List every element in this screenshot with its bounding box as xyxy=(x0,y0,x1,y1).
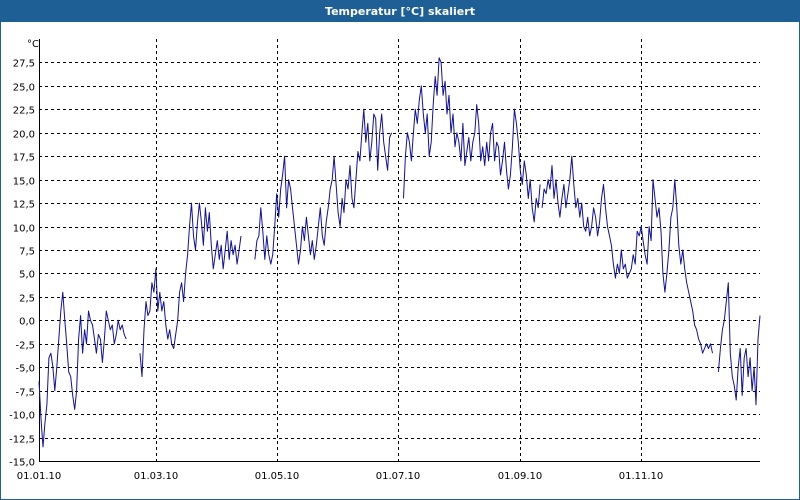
y-tick-label: 5,0 xyxy=(19,270,35,281)
y-tick-label: 0,0 xyxy=(19,317,35,328)
temperature-line-segment xyxy=(254,108,393,265)
chart-title: Temperatur [°C] skaliert xyxy=(1,1,799,22)
temperature-line-chart: °C -15,0 -12,5 -10,0 -7,5 -5,0 -2,5 0,0 2,5 5,0 7… xyxy=(9,39,761,482)
y-tick-label: -2,5 xyxy=(15,341,35,352)
y-tick-label: -15,0 xyxy=(9,458,35,469)
temperature-line-segment xyxy=(403,57,541,223)
y-tick-label: 12,5 xyxy=(13,200,35,211)
y-tick-label: 27,5 xyxy=(13,59,35,70)
y-tick-label: 20,0 xyxy=(13,130,35,141)
temperature-line-segment xyxy=(541,155,713,354)
x-tick-label: 01.07.10 xyxy=(376,471,421,482)
grid-lines xyxy=(39,39,760,461)
temperature-line-segment xyxy=(139,202,242,378)
temperature-line-segment xyxy=(717,282,761,406)
y-tick-labels: -15,0 -12,5 -10,0 -7,5 -5,0 -2,5 0,0 2,5 5,0 7,5 1… xyxy=(9,59,35,469)
x-tick-label: 01.03.10 xyxy=(134,471,179,482)
temperature-line-segment xyxy=(38,291,127,448)
y-tick-label: -5,0 xyxy=(15,364,35,375)
y-tick-label: 15,0 xyxy=(13,177,35,188)
y-tick-label: 2,5 xyxy=(19,294,35,305)
x-tick-labels: 01.01.10 01.03.10 01.05.10 01.07.10 01.09.10… xyxy=(17,471,664,482)
x-tick-label: 01.11.10 xyxy=(619,471,664,482)
y-tick-label: 22,5 xyxy=(13,106,35,117)
chart-window: Temperatur [°C] skaliert °C -15,0 -12,5 -1… xyxy=(0,0,800,500)
y-tick-label: 7,5 xyxy=(19,247,35,258)
y-tick-label: 25,0 xyxy=(13,83,35,94)
x-tick-label: 01.05.10 xyxy=(255,471,300,482)
x-tick-label: 01.01.10 xyxy=(17,471,62,482)
y-tick-label: -7,5 xyxy=(15,388,35,399)
y-tick-label: 10,0 xyxy=(13,224,35,235)
y-tick-label: -12,5 xyxy=(9,435,35,446)
data-series xyxy=(38,57,761,448)
y-tick-label: 17,5 xyxy=(13,153,35,164)
x-tick-label: 01.09.10 xyxy=(498,471,543,482)
y-axis-unit-label: °C xyxy=(27,39,39,50)
y-tick-label: -10,0 xyxy=(9,411,35,422)
